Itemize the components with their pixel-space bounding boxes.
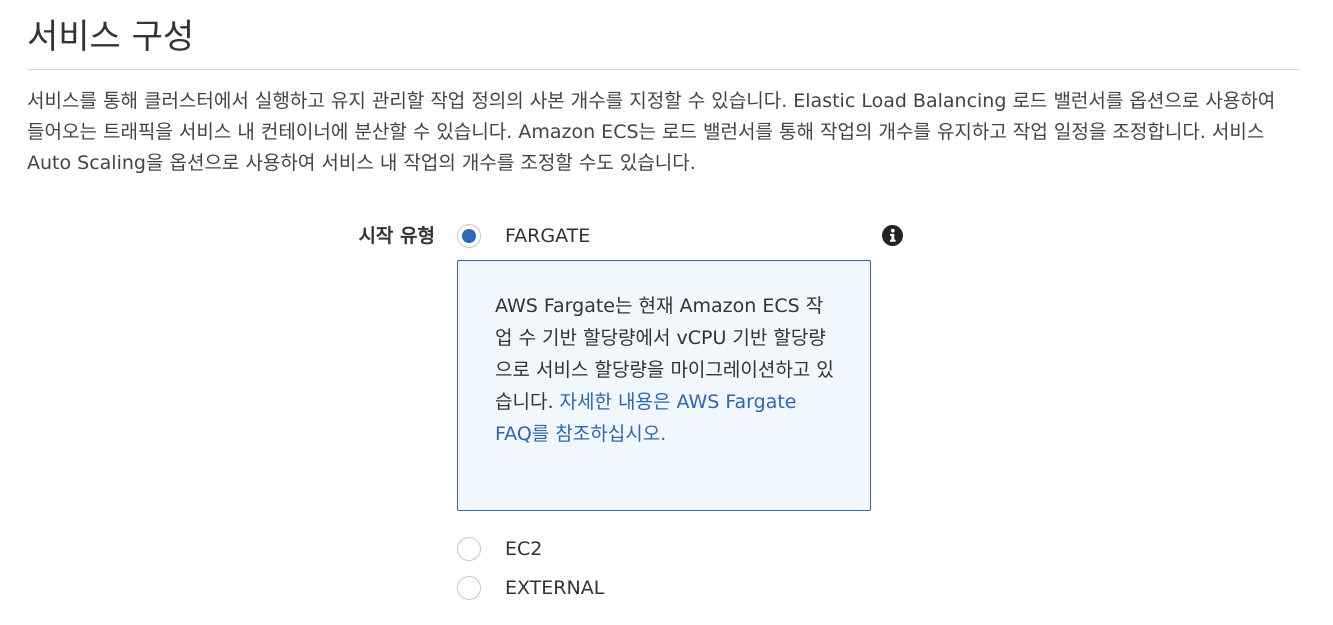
fargate-radio-button[interactable] (457, 224, 481, 248)
section-description: 서비스를 통해 클러스터에서 실행하고 유지 관리할 작업 정의의 사본 개수를… (27, 90, 1276, 174)
title-divider (27, 69, 1300, 70)
launch-type-label: 시작 유형 (358, 225, 435, 247)
radio-option-external[interactable]: EXTERNAL (457, 575, 604, 601)
info-icon[interactable] (882, 225, 903, 246)
ec2-radio-label: EC2 (505, 538, 543, 560)
radio-option-ec2[interactable]: EC2 (457, 536, 542, 562)
fargate-radio-label: FARGATE (505, 225, 591, 247)
section-title: 서비스 구성 (27, 17, 195, 57)
service-configuration-page: 서비스 구성 서비스를 통해 클러스터에서 실행하고 유지 관리할 작업 정의의… (0, 0, 1333, 625)
ec2-radio-button[interactable] (457, 537, 481, 561)
fargate-info-box: AWS Fargate는 현재 Amazon ECS 작업 수 기반 할당량에서… (457, 260, 871, 511)
external-radio-label: EXTERNAL (505, 577, 605, 599)
external-radio-button[interactable] (457, 576, 481, 600)
radio-option-fargate[interactable]: FARGATE (457, 223, 590, 249)
